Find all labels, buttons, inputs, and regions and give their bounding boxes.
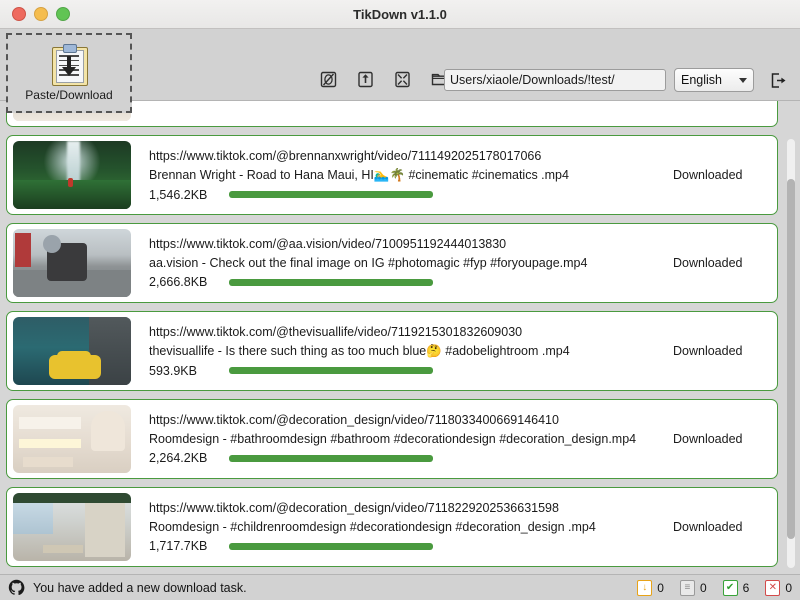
download-status: Downloaded	[673, 344, 743, 358]
download-status: Downloaded	[673, 168, 743, 182]
video-title: Roomdesign - #childrenroomdesign #decora…	[149, 520, 596, 534]
queued-count: ≡ 0	[679, 579, 707, 596]
video-title: Roomdesign - #bathroomdesign #bathroom #…	[149, 432, 637, 446]
paste-download-button[interactable]: Paste/Download	[6, 33, 132, 113]
file-size: 593.9KB	[149, 363, 197, 378]
zoom-button[interactable]	[56, 7, 70, 21]
completed-count-value: 6	[742, 580, 750, 595]
download-list[interactable]: 6,066.2KBhttps://www.tiktok.com/@brennan…	[0, 101, 800, 574]
toolbar: Paste/Download Users/xiaole/Downloads/!t…	[0, 29, 800, 113]
video-url: https://www.tiktok.com/@decoration_desig…	[149, 501, 559, 515]
download-status: Downloaded	[673, 520, 743, 534]
download-path-input[interactable]: Users/xiaole/Downloads/!test/	[444, 69, 666, 91]
video-url: https://www.tiktok.com/@aa.vision/video/…	[149, 237, 507, 251]
language-value: English	[681, 73, 722, 87]
file-size: 1,717.7KB	[149, 539, 208, 553]
clipboard-download-icon	[52, 44, 88, 86]
downloading-count-value: 0	[657, 580, 664, 595]
download-status: Downloaded	[673, 256, 743, 270]
language-select[interactable]: English	[674, 68, 754, 92]
table-row[interactable]: https://www.tiktok.com/@thevisuallife/vi…	[6, 311, 778, 391]
scrollbar-thumb[interactable]	[787, 179, 795, 539]
chevron-down-icon	[739, 77, 747, 83]
queued-count-value: 0	[699, 580, 707, 595]
download-status: Downloaded	[673, 432, 743, 446]
window-title: TikDown v1.1.0	[353, 6, 447, 22]
video-thumbnail	[13, 229, 131, 297]
video-title: Brennan Wright - Road to Hana Maui, HI🏊‍…	[149, 167, 569, 182]
video-title: thevisuallife - Is there such thing as t…	[149, 343, 570, 358]
file-size: 1,546.2KB	[149, 187, 208, 202]
progress-bar	[229, 454, 433, 462]
toolbar-icon-group	[318, 69, 450, 90]
video-title: aa.vision - Check out the final image on…	[149, 256, 588, 270]
failed-count-value: 0	[785, 580, 792, 595]
completed-count: ✔ 6	[722, 579, 750, 596]
failed-count: ✕ 0	[765, 579, 792, 596]
video-thumbnail	[13, 317, 131, 385]
close-button[interactable]	[12, 7, 26, 21]
table-row[interactable]: https://www.tiktok.com/@decoration_desig…	[6, 487, 778, 567]
status-message: You have added a new download task.	[33, 580, 247, 595]
github-icon[interactable]	[8, 579, 25, 596]
status-counters: ↓ 0 ≡ 0 ✔ 6 ✕ 0	[637, 579, 792, 596]
error-box-icon: ✕	[765, 579, 781, 596]
video-url: https://www.tiktok.com/@brennanxwright/v…	[149, 148, 542, 163]
downloading-count: ↓ 0	[637, 579, 664, 596]
check-box-icon: ✔	[722, 579, 738, 596]
paste-download-label: Paste/Download	[25, 88, 113, 102]
collapse-icon[interactable]	[392, 69, 413, 90]
video-url: https://www.tiktok.com/@decoration_desig…	[149, 413, 559, 427]
clear-list-icon[interactable]	[318, 69, 339, 90]
file-size: 2,666.8KB	[149, 275, 208, 289]
download-box-icon: ↓	[637, 579, 653, 596]
status-bar: You have added a new download task. ↓ 0 ≡ 0…	[0, 574, 800, 600]
table-row[interactable]: https://www.tiktok.com/@decoration_desig…	[6, 399, 778, 479]
progress-bar	[229, 278, 433, 286]
video-thumbnail	[13, 141, 131, 209]
video-url: https://www.tiktok.com/@thevisuallife/vi…	[149, 324, 523, 339]
progress-bar	[229, 542, 433, 550]
list-scrollbar[interactable]	[787, 139, 795, 568]
exit-button[interactable]	[766, 69, 788, 91]
video-thumbnail	[13, 405, 131, 473]
file-size: 2,264.2KB	[149, 451, 208, 465]
window-controls	[0, 7, 70, 21]
progress-bar	[229, 191, 433, 198]
progress-bar	[229, 367, 433, 374]
app-window: TikDown v1.1.0 Paste/Download Users/xiao…	[0, 0, 800, 600]
video-thumbnail	[13, 493, 131, 561]
title-bar: TikDown v1.1.0	[0, 0, 800, 29]
list-box-icon: ≡	[679, 579, 695, 596]
minimize-button[interactable]	[34, 7, 48, 21]
table-row[interactable]: https://www.tiktok.com/@aa.vision/video/…	[6, 223, 778, 303]
table-row[interactable]: https://www.tiktok.com/@brennanxwright/v…	[6, 135, 778, 215]
import-icon[interactable]	[355, 69, 376, 90]
